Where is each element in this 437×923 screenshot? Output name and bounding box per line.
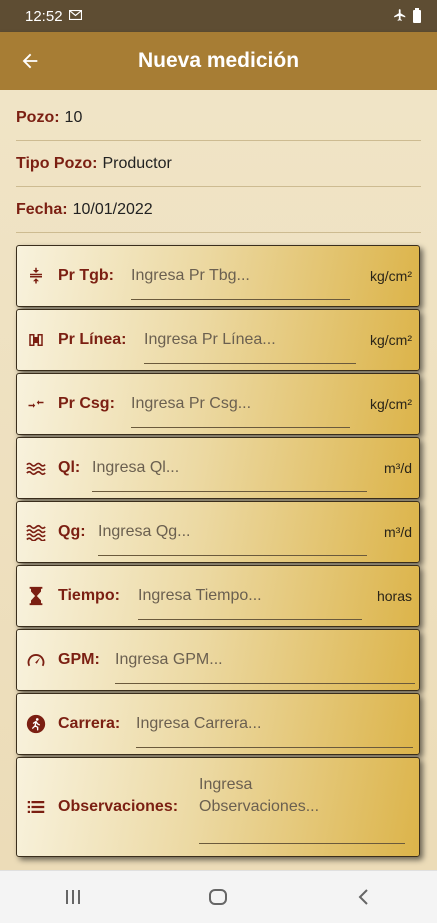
observaciones-placeholder-line1: Ingresa bbox=[199, 776, 253, 793]
observaciones-underline bbox=[199, 843, 405, 844]
pr-tgb-label: Pr Tgb: bbox=[58, 267, 114, 284]
field-pr-tgb: Pr Tgb: Ingresa Pr Tbg... kg/cm² bbox=[16, 245, 420, 307]
waves-icon bbox=[26, 458, 46, 478]
tiempo-label: Tiempo: bbox=[58, 587, 120, 604]
pr-csg-underline bbox=[131, 427, 350, 428]
field-pr-linea: Pr Línea: Ingresa Pr Línea... kg/cm² bbox=[16, 309, 420, 371]
field-tiempo: Tiempo: Ingresa Tiempo... horas bbox=[16, 565, 420, 627]
gpm-label: GPM: bbox=[58, 651, 100, 668]
carrera-input[interactable]: Ingresa Carrera... bbox=[136, 715, 261, 733]
pr-csg-unit: kg/cm² bbox=[370, 396, 412, 412]
observaciones-label: Observaciones: bbox=[58, 798, 179, 815]
pozo-value: 10 bbox=[64, 108, 83, 126]
page-title: Nueva medición bbox=[137, 49, 300, 72]
list-icon bbox=[26, 797, 46, 817]
observaciones-input[interactable]: Ingresa Observaciones... bbox=[199, 774, 319, 818]
info-row-fecha: Fecha: 10/01/2022 bbox=[16, 187, 421, 233]
carrera-label: Carrera: bbox=[58, 715, 121, 732]
pr-tgb-input[interactable]: Ingresa Pr Tbg... bbox=[131, 267, 250, 285]
pressure-compress-icon bbox=[26, 266, 46, 286]
arrow-back-icon[interactable] bbox=[0, 32, 58, 90]
arrows-converge-icon bbox=[26, 394, 46, 414]
field-gpm: GPM: Ingresa GPM... bbox=[16, 629, 420, 691]
pr-linea-underline bbox=[144, 363, 356, 364]
field-carrera: Carrera: Ingresa Carrera... bbox=[16, 693, 420, 755]
qg-underline bbox=[98, 555, 367, 556]
field-qg: Qg: Ingresa Qg... m³/d bbox=[16, 501, 420, 563]
qg-label: Qg: bbox=[58, 523, 86, 540]
gpm-input[interactable]: Ingresa GPM... bbox=[115, 651, 223, 669]
running-icon bbox=[26, 714, 46, 734]
observaciones-placeholder-line2: Observaciones... bbox=[199, 798, 320, 815]
status-time: 12:52 bbox=[25, 7, 63, 25]
app-bar: Nueva medición bbox=[0, 32, 437, 90]
form-content: Pozo: 10 Tipo Pozo: Productor Fecha: 10/… bbox=[0, 90, 437, 870]
tipo-pozo-label: Tipo Pozo: bbox=[16, 154, 98, 172]
info-row-tipo-pozo: Tipo Pozo: Productor bbox=[16, 141, 421, 187]
pr-linea-label: Pr Línea: bbox=[58, 331, 127, 348]
field-pr-csg: Pr Csg: Ingresa Pr Csg... kg/cm² bbox=[16, 373, 420, 435]
pr-tgb-unit: kg/cm² bbox=[370, 268, 412, 284]
pr-linea-input[interactable]: Ingresa Pr Línea... bbox=[144, 331, 276, 349]
speedometer-icon bbox=[26, 650, 46, 670]
tiempo-input[interactable]: Ingresa Tiempo... bbox=[138, 587, 262, 605]
tiempo-unit: horas bbox=[376, 588, 412, 604]
gas-waves-icon bbox=[26, 522, 46, 542]
carrera-underline bbox=[136, 747, 413, 748]
system-nav-bar bbox=[0, 870, 437, 923]
nav-back-icon[interactable] bbox=[334, 877, 394, 917]
pr-linea-unit: kg/cm² bbox=[370, 332, 412, 348]
gpm-underline bbox=[115, 683, 415, 684]
airplane-mode-icon bbox=[393, 8, 407, 25]
pr-csg-label: Pr Csg: bbox=[58, 395, 115, 412]
tipo-pozo-value: Productor bbox=[102, 154, 172, 172]
pr-csg-input[interactable]: Ingresa Pr Csg... bbox=[131, 395, 251, 413]
field-observaciones: Observaciones: Ingresa Observaciones... bbox=[16, 757, 420, 857]
fecha-value: 10/01/2022 bbox=[72, 200, 153, 218]
ql-label: Ql: bbox=[58, 459, 81, 476]
home-icon[interactable] bbox=[188, 877, 248, 917]
ql-input[interactable]: Ingresa Ql... bbox=[92, 459, 179, 477]
ql-underline bbox=[92, 491, 367, 492]
status-bar: 12:52 bbox=[0, 0, 437, 32]
pr-tgb-underline bbox=[131, 299, 350, 300]
tiempo-underline bbox=[138, 619, 362, 620]
info-row-pozo: Pozo: 10 bbox=[16, 95, 421, 141]
recents-icon[interactable] bbox=[43, 877, 103, 917]
pozo-label: Pozo: bbox=[16, 108, 60, 126]
field-ql: Ql: Ingresa Ql... m³/d bbox=[16, 437, 420, 499]
battery-icon bbox=[413, 7, 421, 23]
pipeline-icon bbox=[26, 330, 46, 350]
fecha-label: Fecha: bbox=[16, 200, 68, 218]
ql-unit: m³/d bbox=[384, 460, 412, 476]
qg-unit: m³/d bbox=[384, 524, 412, 540]
qg-input[interactable]: Ingresa Qg... bbox=[98, 523, 191, 541]
hourglass-icon bbox=[26, 586, 46, 606]
gmail-icon bbox=[68, 9, 82, 23]
